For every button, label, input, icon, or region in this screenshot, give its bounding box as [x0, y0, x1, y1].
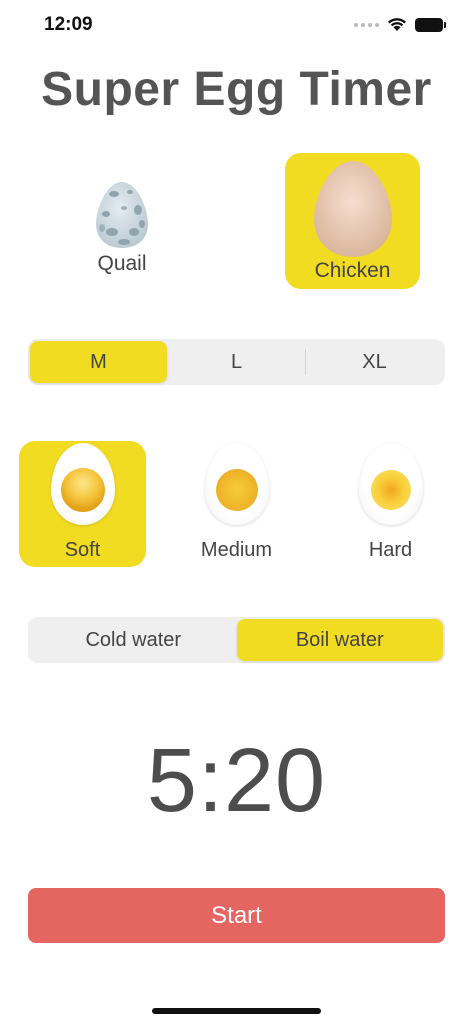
egg-type-quail[interactable]: Quail: [62, 170, 182, 280]
soft-boiled-egg-icon: [50, 443, 115, 525]
medium-boiled-egg-icon: [204, 443, 269, 525]
size-segmented-control: M L XL: [28, 339, 445, 385]
doneness-label: Medium: [200, 539, 273, 561]
status-bar: 12:09: [0, 0, 473, 54]
wifi-icon: [388, 18, 406, 31]
egg-type-label: Quail: [97, 252, 147, 275]
doneness-soft[interactable]: Soft: [19, 441, 146, 567]
home-indicator[interactable]: [152, 1008, 321, 1014]
size-segment-xl[interactable]: XL: [306, 341, 443, 383]
water-segmented-control: Cold water Boil water: [28, 617, 445, 663]
quail-egg-icon: [96, 182, 148, 248]
status-time: 12:09: [44, 14, 93, 35]
hard-boiled-egg-icon: [358, 443, 423, 525]
doneness-label: Hard: [368, 539, 413, 561]
water-segment-cold[interactable]: Cold water: [30, 619, 237, 661]
battery-icon: [415, 17, 446, 32]
egg-type-label: Chicken: [314, 259, 391, 282]
signal-icon: [354, 22, 379, 27]
doneness-label: Soft: [64, 539, 101, 561]
water-segment-boil[interactable]: Boil water: [236, 619, 443, 661]
status-icons: [354, 17, 446, 32]
chicken-egg-icon: [313, 161, 392, 257]
timer-display: 5:20: [146, 731, 327, 831]
egg-type-chicken[interactable]: Chicken: [285, 153, 420, 289]
size-segment-m[interactable]: M: [30, 341, 167, 383]
size-segment-l[interactable]: L: [168, 341, 305, 383]
start-button[interactable]: Start: [28, 888, 445, 943]
egg-timer-screen: 12:09 Super Egg Timer Quail Chicken M L …: [0, 0, 473, 1024]
doneness-medium[interactable]: Medium: [173, 441, 300, 567]
page-title: Super Egg Timer: [41, 63, 432, 116]
doneness-hard[interactable]: Hard: [327, 441, 454, 567]
